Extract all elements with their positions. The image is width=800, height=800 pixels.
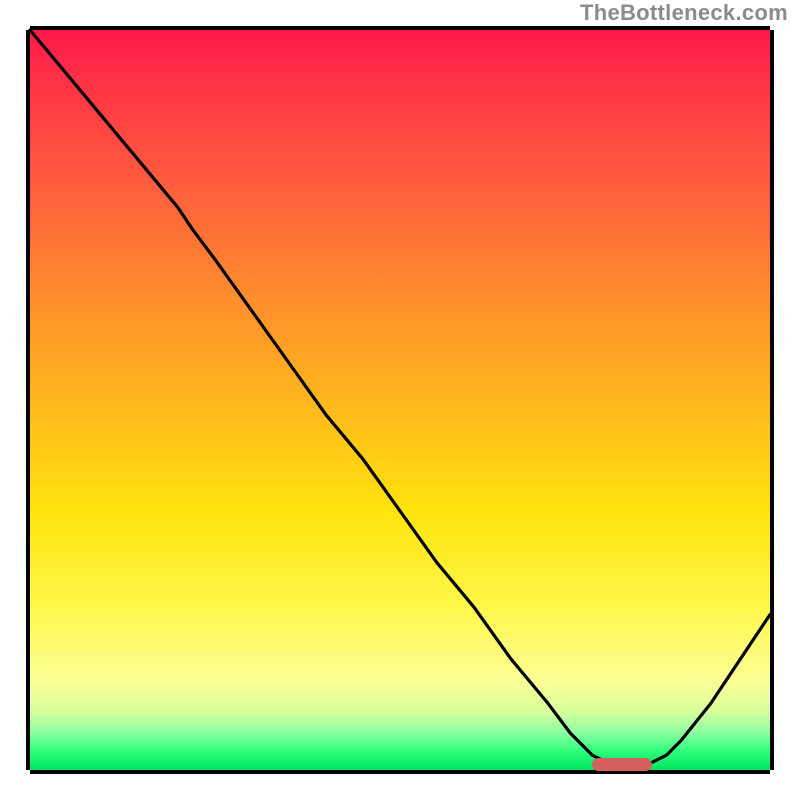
optimal-range-marker <box>592 758 651 771</box>
bottleneck-curve <box>30 30 770 763</box>
bottleneck-curve-svg <box>30 30 770 770</box>
axis-border-right <box>770 30 774 770</box>
axis-border-bottom <box>30 770 770 774</box>
chart-container: TheBottleneck.com <box>0 0 800 800</box>
watermark-text: TheBottleneck.com <box>580 0 788 26</box>
